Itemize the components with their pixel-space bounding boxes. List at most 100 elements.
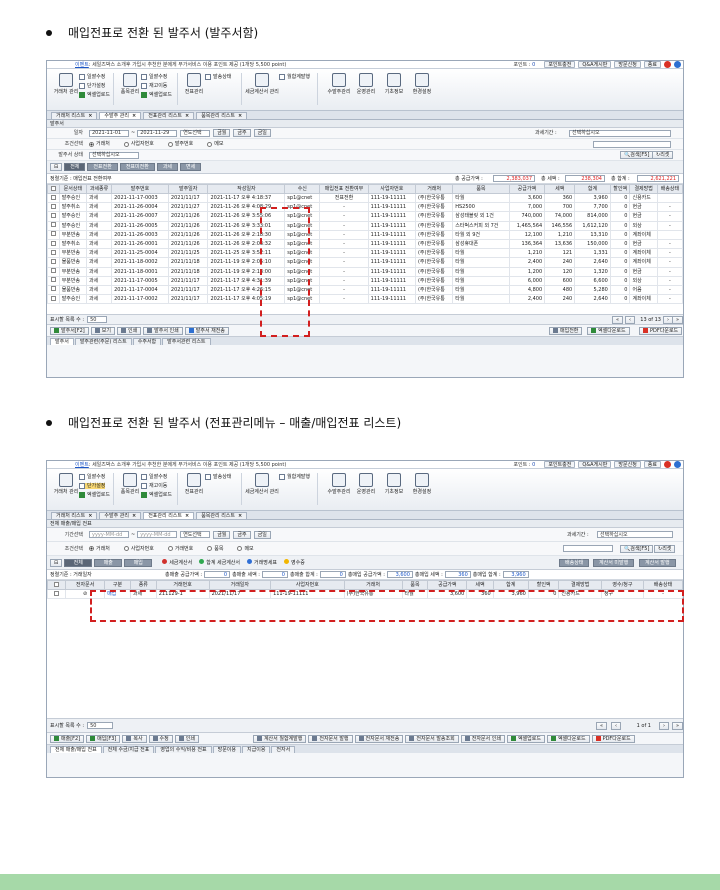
screen2-header-cell[interactable]: 세액	[466, 580, 494, 590]
row-checkbox[interactable]	[50, 222, 56, 228]
close-icon[interactable]	[664, 61, 671, 68]
seg-taxable[interactable]: 과세	[156, 163, 179, 171]
help-icon[interactable]	[674, 61, 681, 68]
subtab-payment[interactable]: 지급이용	[242, 746, 271, 753]
menu-slips[interactable]: 전표관리	[181, 473, 207, 495]
seg-not-converted[interactable]: 전표미전환	[119, 163, 155, 171]
menu-stock-move[interactable]: 재고이동	[141, 83, 167, 89]
screen2-header-cell[interactable]: 합계	[492, 580, 529, 590]
menu-tax-invoice[interactable]: 세금계산서 관리	[245, 73, 279, 95]
excel-download-button[interactable]: 엑셀다운로드	[587, 326, 630, 335]
screen2-header-cell[interactable]: 결제방법	[558, 580, 602, 590]
row-checkbox[interactable]	[50, 194, 56, 200]
tab-customer-list[interactable]: 거래처 리스트 ×	[51, 512, 98, 519]
menu-item-excel-upload[interactable]: 엑셀업로드	[141, 492, 172, 498]
row-checkbox[interactable]	[50, 231, 56, 237]
last-page-button[interactable]: »	[671, 315, 683, 324]
subtab-order-list[interactable]: 발주서관련 리스트	[162, 338, 211, 345]
menu-monthly-invoice[interactable]: 월합계발행	[279, 474, 310, 480]
screen1-header-cell[interactable]: 공급가액	[508, 184, 546, 194]
event-link[interactable]: 이벤트	[75, 462, 89, 468]
menu-price-setting[interactable]: 단가설정	[79, 483, 106, 489]
subtab-revenue-cost[interactable]: 영업의 수익/비용 전표	[155, 746, 212, 753]
screen2-header-cell[interactable]: 사업자번호	[270, 580, 345, 590]
next-page-button[interactable]: ›	[659, 721, 669, 730]
row-checkbox[interactable]	[50, 286, 56, 292]
row-checkbox[interactable]	[54, 590, 60, 596]
screen1-header-cell[interactable]: 사업자번호	[367, 184, 416, 194]
screen2-header-cell[interactable]: 공급가액	[427, 580, 468, 590]
menu-basic-info[interactable]: 기초정보	[381, 473, 407, 495]
table-row[interactable]: 발주승인 과세 2021-11-17-0002 2021/11/17 2021-11-1…	[47, 294, 683, 305]
last-page-button[interactable]: »	[671, 721, 683, 730]
close-icon[interactable]	[664, 461, 671, 468]
status-select[interactable]: 선택하십시오	[89, 151, 139, 159]
reset-button[interactable]: ↻ 리셋	[652, 151, 674, 159]
menu-settings[interactable]: 환경설정	[409, 73, 435, 95]
menu-excel-upload[interactable]: 엑셀업로드	[79, 492, 110, 498]
menu-settings[interactable]: 환경설정	[409, 473, 435, 495]
today-button[interactable]: 금일	[253, 530, 271, 539]
purchase-convert-button[interactable]: 매입전환	[549, 326, 583, 335]
menu-send-status[interactable]: 발송상태	[205, 74, 231, 80]
screen1-header-cell[interactable]: 과세종류	[86, 184, 113, 194]
screen1-header-cell[interactable]: 발주번호	[111, 184, 169, 194]
seg-converted[interactable]: 전표전환	[87, 163, 118, 171]
screen1-header-cell[interactable]: 거래처	[414, 184, 454, 194]
excel-download-button[interactable]: 엑셀다운로드	[546, 734, 590, 743]
screen1-header-cell[interactable]: 배송상태	[656, 184, 683, 194]
tab-slip-list[interactable]: 전표관리 리스트 ×	[143, 112, 195, 119]
e-doc-issue-button[interactable]: 전자문서 발행	[308, 734, 353, 743]
view-button[interactable]: 보기	[90, 326, 115, 335]
subtab-all-slips[interactable]: 전체 매출/매입 전표	[50, 746, 102, 753]
table-row[interactable]: 발주승인 과세 2021-11-26-0007 2021/11/26 2021-11-2…	[47, 211, 683, 222]
table-row[interactable]: 부분반송 과세 2021-11-26-0003 2021/11/26 2021-11-2…	[47, 229, 683, 240]
prev-page-button[interactable]: ‹	[625, 315, 635, 324]
row-checkbox[interactable]	[50, 240, 56, 246]
order-print-button[interactable]: 발주서 인쇄	[143, 326, 183, 335]
new-order-button[interactable]: 발주서[F2]	[50, 326, 89, 335]
search-input[interactable]	[593, 140, 671, 148]
prev-page-button[interactable]: ‹	[611, 721, 621, 730]
screen1-header-cell[interactable]: 할인액	[609, 184, 631, 194]
row-checkbox[interactable]	[50, 249, 56, 255]
radio-customer[interactable]: 거래처	[89, 546, 110, 552]
radio-tradeno[interactable]: 거래번호	[167, 546, 193, 552]
radio-orderno[interactable]: 발주번호	[167, 141, 193, 147]
menu-tax-invoice[interactable]: 세금계산서 관리	[245, 473, 279, 495]
screen2-header-cell[interactable]: 거래번호	[155, 580, 210, 590]
tab-order-manage[interactable]: 수발주 관리 ×	[99, 112, 142, 119]
radio-bizno[interactable]: 사업자번호	[123, 141, 154, 147]
menu-item-bulk-edit[interactable]: 일괄수정	[141, 474, 167, 480]
menu-items[interactable]: 품목관리	[117, 73, 143, 95]
tab-item-list[interactable]: 품목관리 리스트 ×	[196, 112, 248, 119]
this-month-button[interactable]: 금월	[213, 530, 231, 539]
screen1-header-cell[interactable]: 결제방법	[629, 184, 658, 194]
toggle-icon[interactable]: ⊟	[50, 163, 63, 171]
screen2-header-cell[interactable]: 구분	[104, 580, 131, 590]
subtab-e-doc[interactable]: 전자서	[271, 746, 296, 753]
menu-customer[interactable]: 거래처 관리	[53, 73, 79, 95]
screen1-header-cell[interactable]: 문서상태	[58, 184, 88, 194]
menu-operation[interactable]: 운영관리	[353, 473, 379, 495]
invoice-issued-button[interactable]: 계산서 발행	[639, 558, 676, 567]
first-page-button[interactable]: «	[611, 315, 623, 324]
screen2-header-cell[interactable]: 할인액	[527, 580, 560, 590]
menu-item-bulk-edit[interactable]: 일괄수정	[141, 74, 167, 80]
reset-button[interactable]: ↻ 리셋	[654, 544, 676, 553]
copy-button[interactable]: 복사	[122, 734, 147, 743]
menu-send-status[interactable]: 발송상태	[205, 474, 231, 480]
date-to-input[interactable]: yyyy-MM-dd	[137, 531, 178, 538]
search-input[interactable]	[563, 545, 613, 552]
seg-all[interactable]: 전체	[64, 163, 86, 171]
table-row[interactable]: 발주취소 과세 2021-11-26-0004 2021/11/27 2021-11-2…	[47, 202, 683, 213]
screen1-header-cell[interactable]: 품목	[452, 184, 510, 194]
radio-customer[interactable]: 거래처	[89, 141, 110, 147]
menu-customer[interactable]: 거래처 관리	[53, 473, 79, 495]
table-row[interactable]: 물품반송 과세 2021-11-17-0004 2021/11/17 2021-11-1…	[47, 284, 683, 296]
menu-bulk-edit[interactable]: 일괄수정	[79, 74, 105, 80]
row-checkbox[interactable]	[50, 258, 56, 264]
row-checkbox[interactable]	[50, 277, 56, 283]
exit-button[interactable]: 종료	[643, 461, 661, 468]
print-button[interactable]: 인쇄	[116, 326, 142, 335]
